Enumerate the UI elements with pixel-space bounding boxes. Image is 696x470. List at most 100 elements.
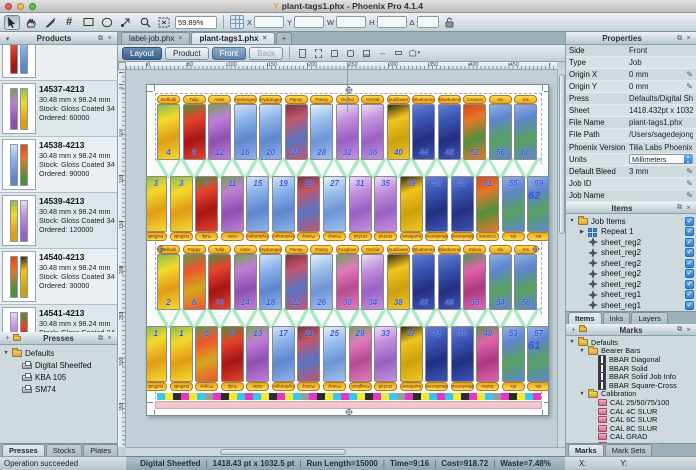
layout-canvas[interactable]: Daffodil4Tulip8Aster12Hydrangea16Hydrang…	[126, 70, 557, 447]
shape-preset-icon[interactable]: ▾	[408, 47, 421, 60]
new-tab-button[interactable]: +	[276, 32, 293, 44]
marks-tree-row[interactable]: BBAR Square-Cross	[566, 381, 696, 390]
close-panel-icon[interactable]: ×	[105, 35, 114, 42]
item-visibility-checkbox[interactable]: ✓	[685, 280, 694, 289]
close-tab-icon[interactable]: ×	[178, 35, 182, 42]
panel-menu-icon[interactable]: ▾	[3, 35, 12, 43]
pan-tool-icon[interactable]	[23, 15, 39, 30]
h-input[interactable]	[377, 16, 407, 28]
ellipse-tool-icon[interactable]	[99, 15, 115, 30]
item-visibility-checkbox[interactable]: ✓	[685, 227, 694, 236]
fit-view-icon[interactable]	[156, 15, 172, 30]
items-tree-row[interactable]: sheet_reg1✓	[566, 290, 696, 301]
marks-tree-row[interactable]: ▼Bearer Bars	[566, 347, 696, 356]
item-visibility-checkbox[interactable]: ✓	[685, 269, 694, 278]
disclosure-triangle-icon[interactable]: ▼	[579, 348, 585, 354]
items-tree-row[interactable]: ▶Repeat 1✓	[566, 227, 696, 238]
disclosure-triangle-icon[interactable]: ▼	[3, 350, 9, 356]
add-press-icon[interactable]: +	[3, 335, 12, 342]
item-visibility-checkbox[interactable]: ✓	[685, 248, 694, 257]
product-list-item[interactable]: 14538-421330.48 mm x 98.24 mmStock: Glos…	[0, 137, 117, 193]
new-folder-icon[interactable]	[578, 326, 587, 334]
select-tool-icon[interactable]	[4, 15, 20, 30]
vertical-scrollbar[interactable]	[557, 70, 565, 447]
tab-stocks[interactable]: Stocks	[46, 444, 83, 456]
press-tree-row[interactable]: ▼Defaults	[0, 347, 117, 359]
edit-pencil-icon[interactable]: ✎	[686, 179, 693, 188]
tab-presses[interactable]: Presses	[2, 444, 45, 456]
tab-marks[interactable]: Marks	[568, 444, 604, 456]
product-list-item[interactable]: 14541-421330.48 mm x 98.24 mmStock: Glos…	[0, 305, 117, 332]
edit-pencil-icon[interactable]: ✎	[686, 167, 693, 176]
tab-items[interactable]: Items	[568, 312, 602, 324]
w-input[interactable]	[336, 16, 366, 28]
zoom-level-input[interactable]	[175, 16, 217, 29]
y-input[interactable]	[294, 16, 324, 28]
distribute-vertical-icon[interactable]	[392, 47, 405, 60]
number-tool-icon[interactable]: #	[61, 15, 77, 30]
press-tree-row[interactable]: KBA 105	[0, 371, 117, 383]
disclosure-triangle-icon[interactable]: ▼	[569, 339, 575, 345]
horizontal-scrollbar-thumb[interactable]	[220, 449, 346, 455]
press-tree-row[interactable]: SM74	[0, 383, 117, 395]
disclosure-triangle-icon[interactable]: ▶	[579, 229, 585, 235]
dropdown-stepper-icon[interactable]: ▲▼	[684, 155, 692, 163]
marks-tree-row[interactable]: CAL GRAD	[566, 433, 696, 442]
align-bottom-icon[interactable]	[360, 47, 373, 60]
units-dropdown[interactable]: Millimeters▲▼	[629, 154, 693, 164]
undock-panel-icon[interactable]: ⧉	[96, 35, 105, 43]
marks-tree-row[interactable]: CAL 4C SLUR	[566, 407, 696, 416]
document-tab[interactable]: plant-tags1.phx×	[191, 32, 274, 44]
press-sheet[interactable]: Daffodil4Tulip8Aster12Hydrangea16Hydrang…	[146, 84, 549, 416]
close-panel-icon[interactable]: ×	[105, 335, 114, 342]
items-tree-row[interactable]: sheet_reg2✓	[566, 248, 696, 259]
items-tree-row[interactable]: sheet_reg2✓	[566, 237, 696, 248]
align-right-icon[interactable]	[328, 47, 341, 60]
edit-pencil-icon[interactable]: ✎	[686, 191, 693, 200]
tab-plates[interactable]: Plates	[83, 444, 118, 456]
tab-mark-sets[interactable]: Mark Sets	[605, 444, 653, 456]
item-visibility-checkbox[interactable]: ✓	[685, 238, 694, 247]
back-button[interactable]: Back	[249, 47, 283, 60]
product-list-item[interactable]: Stock: Gloss Coated 340 gOrdered: 60000	[0, 45, 117, 81]
add-mark-icon[interactable]: +	[569, 327, 578, 334]
horizontal-scrollbar[interactable]	[126, 447, 565, 456]
items-tree-row[interactable]: sheet_reg2✓	[566, 258, 696, 269]
marks-tree-row[interactable]: BBAR Solid	[566, 364, 696, 373]
knife-tool-icon[interactable]	[42, 15, 58, 30]
edit-pencil-icon[interactable]: ✎	[686, 82, 693, 91]
document-tab[interactable]: label-job.phx×	[121, 32, 190, 44]
rotation-input[interactable]	[417, 16, 439, 28]
items-tree-row[interactable]: sheet_reg2✓	[566, 269, 696, 280]
tab-layers[interactable]: Layers	[631, 312, 668, 324]
distribute-horizontal-icon[interactable]: ↔	[376, 47, 389, 60]
marks-tree-row[interactable]: CAL 25/50/75/100	[566, 398, 696, 407]
product-list-item[interactable]: 14537-421330.48 mm x 98.24 mmStock: Glos…	[0, 81, 117, 137]
lock-icon[interactable]	[442, 15, 458, 30]
undock-panel-icon[interactable]: ⧉	[675, 326, 684, 334]
marks-tree-row[interactable]: CAL 6C SLUR	[566, 415, 696, 424]
press-tree-row[interactable]: Digital Sheetfed	[0, 359, 117, 371]
rectangle-tool-icon[interactable]	[80, 15, 96, 30]
undock-panel-icon[interactable]: ⧉	[675, 204, 684, 212]
align-top-icon[interactable]	[344, 47, 357, 60]
align-left-icon[interactable]	[296, 47, 309, 60]
marks-tree-row[interactable]: BBAR Solid Job Info	[566, 372, 696, 381]
undock-panel-icon[interactable]: ⧉	[96, 335, 105, 343]
close-tab-icon[interactable]: ×	[263, 35, 267, 42]
marks-tree-row[interactable]: ▼Defaults	[566, 338, 696, 347]
new-folder-icon[interactable]	[12, 335, 21, 343]
disclosure-triangle-icon[interactable]: ▼	[579, 391, 585, 397]
close-panel-icon[interactable]: ×	[684, 327, 693, 334]
tab-inks[interactable]: Inks	[603, 312, 631, 324]
align-center-icon[interactable]	[312, 47, 325, 60]
x-input[interactable]	[254, 16, 284, 28]
item-visibility-checkbox[interactable]: ✓	[685, 259, 694, 268]
items-tree-row[interactable]: ▼Job Items✓	[566, 216, 696, 227]
item-visibility-checkbox[interactable]: ✓	[685, 301, 694, 310]
product-list-item[interactable]: 14540-421330.48 mm x 98.24 mmStock: Glos…	[0, 249, 117, 305]
close-panel-icon[interactable]: ×	[684, 35, 693, 42]
layout-button[interactable]: Layout	[122, 47, 162, 60]
items-tree-row[interactable]: sheet_reg1✓	[566, 300, 696, 311]
disclosure-triangle-icon[interactable]: ▼	[569, 218, 575, 224]
